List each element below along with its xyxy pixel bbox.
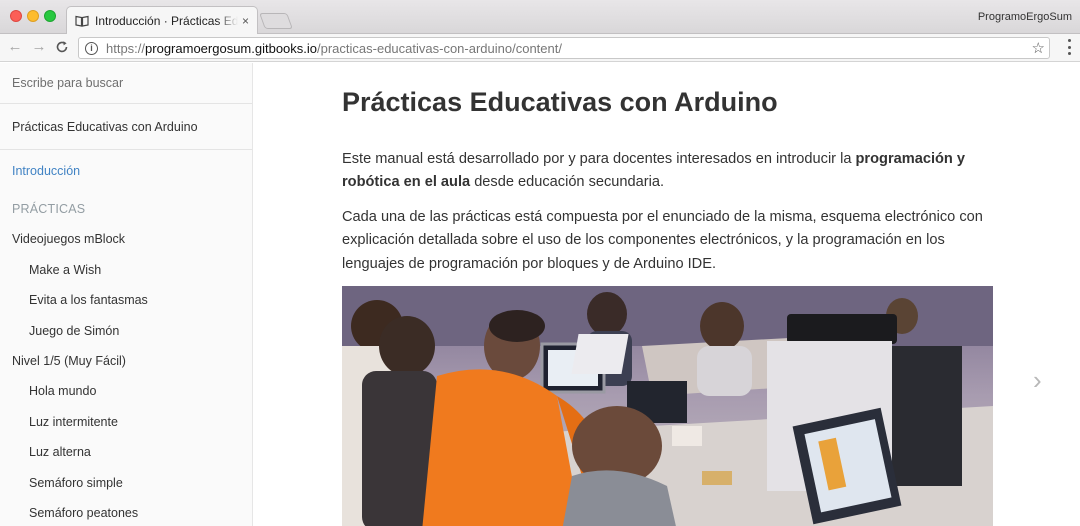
book-sidebar: Escribe para buscar Prácticas Educativas… — [0, 63, 253, 526]
browser-tab-active[interactable]: Introducción · Prácticas Educativas con … — [66, 6, 258, 35]
sidebar-item[interactable]: Nivel 1/5 (Muy Fácil) — [0, 346, 252, 376]
profile-name[interactable]: ProgramoErgoSum — [978, 11, 1072, 23]
close-window-button[interactable] — [10, 10, 22, 22]
back-arrow-icon[interactable]: ← — [6, 38, 24, 56]
window-titlebar: Introducción · Prácticas Educativas con … — [0, 0, 1080, 35]
book-icon — [75, 15, 89, 27]
sidebar-item[interactable]: Juego de Simón — [0, 316, 252, 346]
tab-title: Introducción · Prácticas Educativas con … — [95, 14, 238, 28]
reload-icon[interactable] — [53, 38, 71, 56]
search-input[interactable]: Escribe para buscar — [0, 63, 252, 104]
forward-arrow-icon[interactable]: → — [30, 38, 48, 56]
tab-close-icon[interactable]: × — [242, 14, 249, 28]
minimize-window-button[interactable] — [27, 10, 39, 22]
sidebar-item-book-title[interactable]: Prácticas Educativas con Arduino — [0, 104, 252, 150]
new-tab-button[interactable] — [259, 13, 293, 29]
zoom-window-button[interactable] — [44, 10, 56, 22]
sidebar-item[interactable]: Make a Wish — [0, 255, 252, 285]
intro-paragraph: Este manual está desarrollado por y para… — [342, 151, 965, 191]
sidebar-item[interactable]: Hola mundo — [0, 376, 252, 406]
sidebar-item[interactable]: Semáforo simple — [0, 468, 252, 498]
sidebar-item[interactable]: Luz intermitente — [0, 407, 252, 437]
url-text[interactable]: https://programoergosum.gitbooks.io/prac… — [106, 41, 562, 56]
sidebar-item[interactable]: Videojuegos mBlock — [0, 224, 252, 254]
address-bar[interactable]: i https://programoergosum.gitbooks.io/pr… — [78, 37, 1050, 59]
more-vertical-icon[interactable] — [1067, 39, 1071, 55]
sidebar-section-header: PRÁCTICAS — [12, 202, 86, 217]
star-icon[interactable]: ☆ — [1032, 39, 1045, 57]
browser-toolbar: ← → i https://programoergosum.gitbooks.i… — [0, 34, 1080, 62]
info-icon[interactable]: i — [85, 41, 98, 55]
page-content: Prácticas Educativas con Arduino Este ma… — [254, 63, 1080, 526]
sidebar-item[interactable]: Luz alterna — [0, 437, 252, 467]
next-page-chevron-icon[interactable]: › — [1033, 365, 1053, 395]
sidebar-item[interactable]: Evita a los fantasmas — [0, 285, 252, 315]
classroom-photo — [342, 286, 993, 526]
page-title: Prácticas Educativas con Arduino — [342, 87, 778, 117]
sidebar-item-introduccion[interactable]: Introducción — [0, 156, 252, 186]
sidebar-item[interactable]: Semáforo peatones — [0, 498, 252, 526]
description-paragraph: Cada una de las prácticas está compuesta… — [342, 209, 983, 272]
